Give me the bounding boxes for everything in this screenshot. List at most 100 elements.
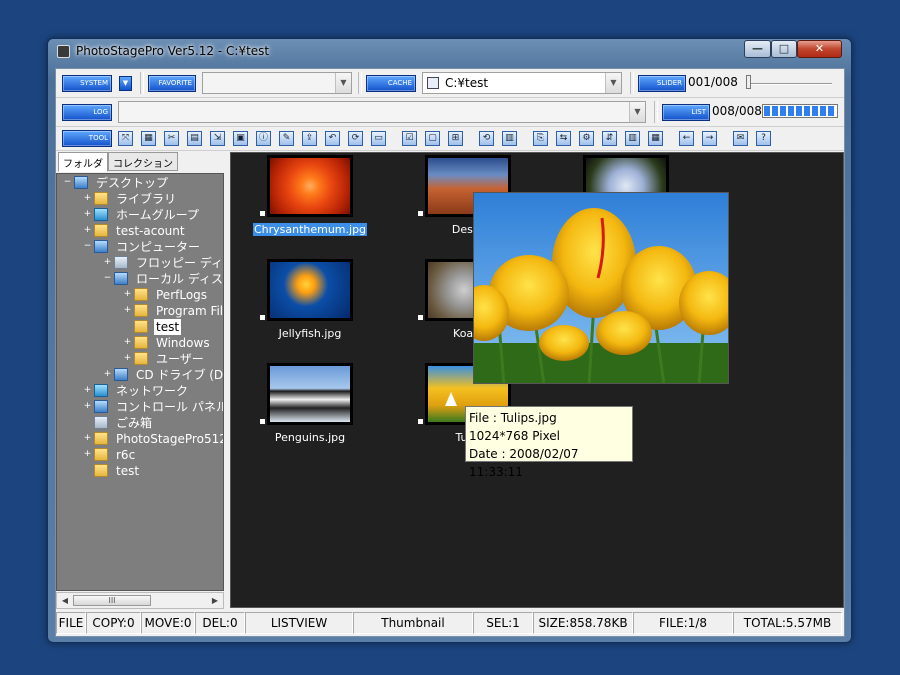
tooltip-dimensions: 1024*768 Pixel: [469, 429, 561, 443]
expand-icon[interactable]: [83, 467, 92, 476]
share-icon[interactable]: ⇵: [602, 131, 617, 146]
select-marker: [418, 315, 423, 320]
tool-row: TOOL ⤧ ▦ ✂ ▤ ⇲ ▣ ⓘ ✎ ⇪ ↶ ⟳ ▭ ☑ ▢ ⊞ ⟲ ▥ ⎘ ⇆ ⚙ ⇵ ▥ ▦ ← → ✉?: [56, 127, 844, 151]
help-icon[interactable]: ?: [756, 131, 771, 146]
select-marker: [260, 419, 265, 424]
columns-icon[interactable]: ▥: [625, 131, 640, 146]
undo-icon[interactable]: ↶: [325, 131, 340, 146]
tool-button[interactable]: TOOL: [62, 130, 112, 147]
check-icon[interactable]: ☑: [402, 131, 417, 146]
scroll-left-icon[interactable]: ◀: [58, 594, 72, 607]
title-bar[interactable]: PhotoStagePro Ver5.12 - C:¥test — □ ✕: [48, 39, 851, 65]
thumbnail-label: Chrysanthemum.jpg: [252, 223, 368, 236]
scroll-thumb[interactable]: III: [73, 595, 151, 606]
rotate-icon[interactable]: ⤧: [118, 131, 133, 146]
tulips-preview-image: [474, 193, 728, 383]
list-button[interactable]: LIST: [662, 104, 710, 121]
edit-icon[interactable]: ✎: [279, 131, 294, 146]
log-button[interactable]: LOG: [62, 104, 112, 121]
folder-icon: [134, 288, 148, 301]
expand-icon[interactable]: +: [83, 210, 92, 220]
tooltip-file: File : Tulips.jpg: [469, 411, 557, 425]
expand-icon[interactable]: +: [83, 194, 92, 204]
resize-icon[interactable]: ⇲: [210, 131, 225, 146]
chevron-down-icon[interactable]: ▼: [605, 73, 621, 93]
table-icon[interactable]: ▤: [187, 131, 202, 146]
tab-collection[interactable]: コレクション: [108, 152, 178, 171]
tab-folder[interactable]: フォルダ: [58, 152, 108, 172]
collapse-icon[interactable]: −: [103, 274, 112, 284]
crop-icon[interactable]: ✂: [164, 131, 179, 146]
copy-icon[interactable]: ⎘: [533, 131, 548, 146]
expand-icon[interactable]: +: [123, 306, 132, 316]
refresh-icon[interactable]: ⟳: [348, 131, 363, 146]
folder-tree[interactable]: − デスクトップ + ライブラリ + ホームグループ + test-acount − コンピュータ…: [56, 173, 224, 591]
compare-icon[interactable]: ⊞: [448, 131, 463, 146]
status-move: MOVE:0: [141, 612, 195, 634]
calc-icon[interactable]: ▥: [502, 131, 517, 146]
floppy-icon: [114, 256, 128, 269]
thumbnail-view[interactable]: Chrysanthemum.jpg Deser Jellyfish.jpg Ko…: [230, 152, 844, 608]
slider-button[interactable]: SLIDER: [638, 75, 686, 92]
thumbnail-item[interactable]: Chrysanthemum.jpg: [231, 155, 368, 251]
chevron-down-icon[interactable]: ▼: [335, 73, 351, 93]
tree-node-label: デスクトップ: [96, 176, 169, 190]
expand-icon[interactable]: +: [83, 450, 92, 460]
system-button[interactable]: SYSTEM: [62, 75, 112, 92]
window-icon[interactable]: ▭: [371, 131, 386, 146]
sync-icon[interactable]: ⟲: [479, 131, 494, 146]
slider-thumb[interactable]: [746, 75, 751, 89]
status-listview[interactable]: LISTVIEW: [245, 612, 353, 634]
chevron-down-icon[interactable]: ▼: [629, 102, 645, 122]
slider-track[interactable]: [746, 83, 832, 85]
tooltip-date: Date : 2008/02/07 11:33:11: [469, 447, 579, 479]
list-progress-bar: [762, 104, 838, 118]
tree-node-label: test: [154, 319, 182, 335]
settings-icon[interactable]: ⚙: [579, 131, 594, 146]
thumbnail-item[interactable]: Jellyfish.jpg: [231, 259, 361, 355]
cache-button[interactable]: CACHE: [366, 75, 416, 92]
expand-icon[interactable]: +: [123, 354, 132, 364]
favorite-combo[interactable]: ▼: [202, 72, 352, 94]
select-marker: [418, 419, 423, 424]
grid-icon[interactable]: ▦: [141, 131, 156, 146]
expand-icon[interactable]: +: [103, 258, 112, 268]
recycle-bin-icon: [94, 416, 108, 429]
minimize-button[interactable]: —: [744, 40, 771, 58]
move-icon[interactable]: ⇆: [556, 131, 571, 146]
grid2-icon[interactable]: ▦: [648, 131, 663, 146]
export-icon[interactable]: ⇪: [302, 131, 317, 146]
expand-icon[interactable]: +: [123, 338, 132, 348]
list-counter: 008/008: [712, 104, 762, 118]
forward-icon[interactable]: →: [702, 131, 717, 146]
tree-node-label: フロッピー ディスク: [136, 256, 223, 270]
favorite-button[interactable]: FAVORITE: [148, 75, 196, 92]
back-icon[interactable]: ←: [679, 131, 694, 146]
cache-path-combo[interactable]: C:¥test ▼: [422, 72, 622, 94]
expand-icon[interactable]: +: [103, 370, 112, 380]
expand-icon[interactable]: +: [83, 434, 92, 444]
expand-icon[interactable]: [83, 419, 92, 428]
collapse-icon[interactable]: −: [83, 242, 92, 252]
tree-horizontal-scrollbar[interactable]: ◀ III ▶: [56, 592, 224, 609]
expand-icon[interactable]: +: [123, 290, 132, 300]
expand-icon[interactable]: [123, 323, 132, 332]
layout-icon[interactable]: ▢: [425, 131, 440, 146]
mail-icon[interactable]: ✉: [733, 131, 748, 146]
expand-icon[interactable]: +: [83, 226, 92, 236]
expand-icon[interactable]: +: [83, 402, 92, 412]
maximize-button[interactable]: □: [771, 40, 797, 58]
expand-icon[interactable]: +: [83, 386, 92, 396]
log-combo[interactable]: ▼: [118, 101, 646, 123]
info-icon[interactable]: ⓘ: [256, 131, 271, 146]
collapse-icon[interactable]: −: [63, 178, 72, 188]
frame-icon[interactable]: ▣: [233, 131, 248, 146]
scroll-right-icon[interactable]: ▶: [208, 594, 222, 607]
system-dropdown-button[interactable]: ▼: [119, 76, 132, 91]
tree-node-label: コンピューター: [116, 240, 201, 254]
list-progress-fill: [764, 106, 836, 116]
thumbnail-item[interactable]: Penguins.jpg: [231, 363, 361, 459]
status-thumbnail[interactable]: Thumbnail: [353, 612, 473, 634]
close-button[interactable]: ✕: [797, 40, 842, 58]
status-file-count: FILE:1/8: [633, 612, 733, 634]
